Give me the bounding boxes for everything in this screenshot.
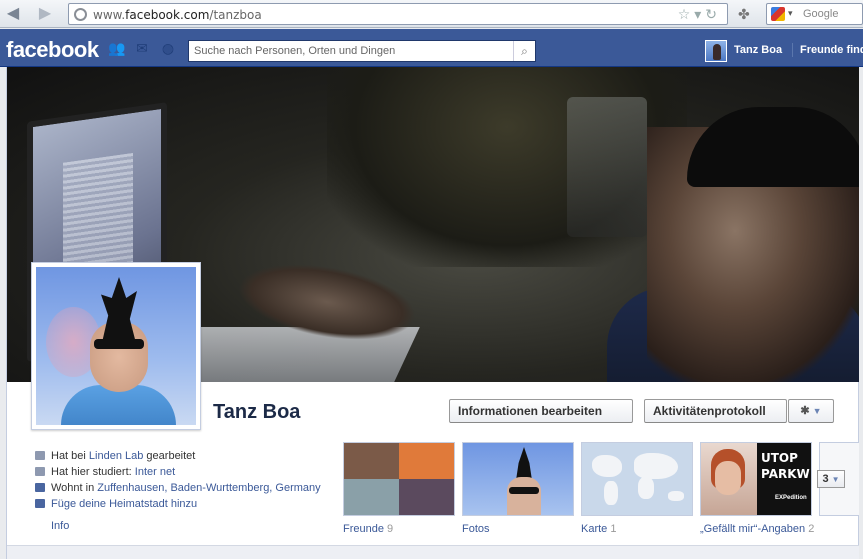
globe-icon	[74, 8, 87, 21]
house-icon	[35, 499, 45, 508]
settings-button[interactable]: ✱ ▼	[788, 399, 834, 423]
map-label[interactable]: Karte 1	[581, 523, 616, 535]
chevron-down-icon[interactable]: ▾	[788, 8, 793, 19]
avatar[interactable]	[705, 40, 727, 62]
likes-label[interactable]: „Gefällt mir“-Angaben 2	[700, 523, 814, 535]
browser-search-box[interactable]: ▾ Google	[766, 3, 863, 25]
friends-label[interactable]: Freunde 9	[343, 523, 393, 535]
likes-image-subtitle: PARKW	[761, 467, 810, 481]
friends-tile[interactable]	[343, 442, 455, 516]
profile-name[interactable]: Tanz Boa	[213, 401, 300, 424]
info-section: Hat bei Linden Lab gearbeitet Hat hier s…	[27, 442, 337, 552]
photos-tile[interactable]	[462, 442, 574, 516]
timeline-page: Tanz Boa Informationen bearbeiten Aktivi…	[6, 67, 859, 559]
likes-image-caption: EXPedition	[775, 495, 807, 501]
more-tiles-button[interactable]: 3 ▼	[817, 470, 845, 488]
gear-icon: ✱	[800, 405, 810, 417]
timeline-divider	[7, 545, 859, 559]
chevron-down-icon: ▼	[831, 475, 840, 484]
url-text[interactable]: www.facebook.com/tanzboa	[93, 8, 262, 22]
photos-label[interactable]: Fotos	[462, 523, 490, 535]
hometown-info: Füge deine Heimatstadt hinzu	[35, 498, 197, 510]
divider	[792, 43, 793, 57]
messages-icon[interactable]: ✉	[134, 41, 150, 55]
search-input[interactable]	[189, 41, 509, 61]
location-link[interactable]: Zuffenhausen, Baden-Wurttemberg, Germany	[97, 482, 320, 494]
employer-link[interactable]: Linden Lab	[89, 450, 143, 462]
briefcase-icon	[35, 451, 45, 460]
notifications-globe-icon[interactable]: ◍	[160, 41, 176, 55]
map-tile[interactable]	[581, 442, 693, 516]
search-engine-label: Google	[803, 8, 839, 20]
find-friends-link[interactable]: Freunde finden	[800, 44, 863, 56]
facebook-logo[interactable]: facebook	[6, 37, 99, 63]
location-info: Wohnt in Zuffenhausen, Baden-Wurttemberg…	[35, 482, 321, 494]
back-arrow-icon[interactable]: ◀	[4, 5, 22, 23]
addon-icon[interactable]: ✤	[738, 6, 750, 23]
chevron-down-icon: ▼	[812, 406, 822, 416]
browser-toolbar: ◀ ▶ www.facebook.com/tanzboa ☆▾↻ ✤ ▾ Goo…	[0, 0, 863, 28]
home-icon	[35, 483, 45, 492]
facebook-top-bar: facebook 👥 ✉ ◍ ⌕ Tanz Boa Freunde finden	[0, 29, 863, 67]
fb-search: ⌕	[188, 40, 536, 62]
address-bar[interactable]: www.facebook.com/tanzboa ☆▾↻	[68, 3, 728, 25]
activity-log-button[interactable]: Aktivitätenprotokoll	[644, 399, 787, 423]
user-name-link[interactable]: Tanz Boa	[734, 44, 782, 56]
add-hometown-link[interactable]: Füge deine Heimatstadt hinzu	[51, 498, 197, 510]
school-link[interactable]: Inter net	[135, 466, 175, 478]
forward-arrow-icon[interactable]: ▶	[36, 5, 54, 23]
bookmark-star-icon[interactable]: ☆▾↻	[678, 6, 721, 23]
education-info: Hat hier studiert: Inter net	[35, 466, 175, 478]
friend-requests-icon[interactable]: 👥	[108, 41, 125, 55]
graduation-cap-icon	[35, 467, 45, 476]
search-icon[interactable]: ⌕	[513, 41, 535, 61]
profile-picture[interactable]	[31, 262, 201, 430]
google-icon	[771, 7, 785, 21]
work-info: Hat bei Linden Lab gearbeitet	[35, 450, 195, 462]
info-link[interactable]: Info	[51, 520, 69, 532]
likes-image-title: UTOP	[761, 451, 798, 465]
likes-tile[interactable]: UTOP PARKW EXPedition	[700, 442, 812, 516]
edit-info-button[interactable]: Informationen bearbeiten	[449, 399, 633, 423]
